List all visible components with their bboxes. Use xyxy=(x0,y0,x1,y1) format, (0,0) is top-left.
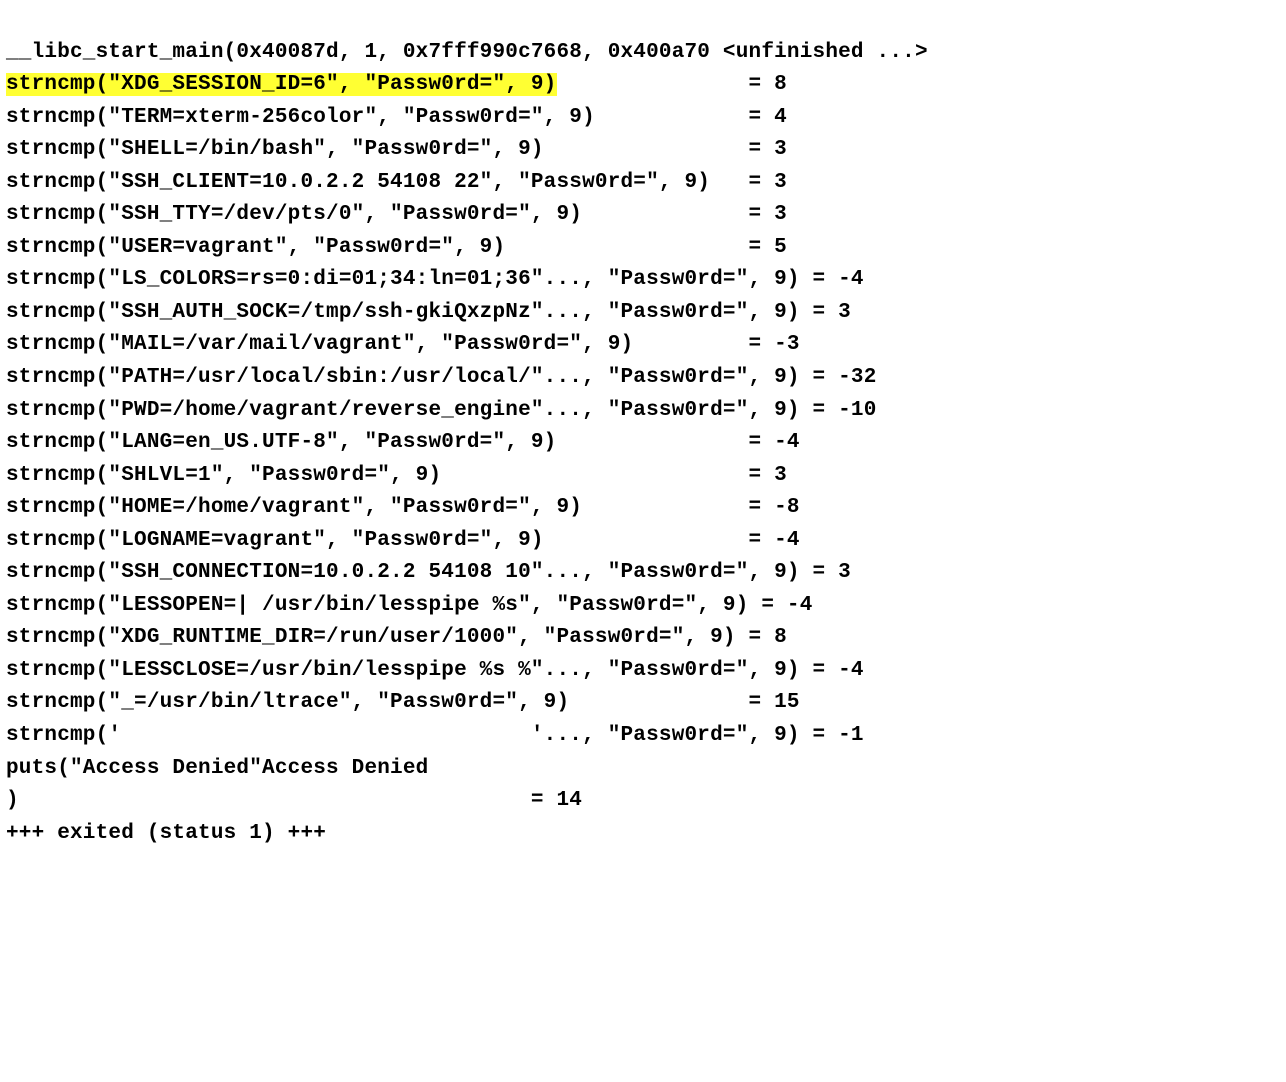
trace-text: strncmp("XDG_RUNTIME_DIR=/run/user/1000"… xyxy=(6,626,787,649)
trace-line: strncmp("MAIL=/var/mail/vagrant", "Passw… xyxy=(6,329,1280,362)
trace-line: strncmp("USER=vagrant", "Passw0rd=", 9) … xyxy=(6,232,1280,265)
trace-line: strncmp("_=/usr/bin/ltrace", "Passw0rd="… xyxy=(6,687,1280,720)
trace-line: strncmp("XDG_RUNTIME_DIR=/run/user/1000"… xyxy=(6,622,1280,655)
trace-line: strncmp("HOME=/home/vagrant", "Passw0rd=… xyxy=(6,492,1280,525)
trace-line: strncmp("LANG=en_US.UTF-8", "Passw0rd=",… xyxy=(6,427,1280,460)
trace-text: strncmp("SSH_CLIENT=10.0.2.2 54108 22", … xyxy=(6,171,787,194)
trace-line: strncmp("SSH_CLIENT=10.0.2.2 54108 22", … xyxy=(6,167,1280,200)
trace-text: puts("Access Denied"Access Denied xyxy=(6,757,428,780)
trace-line: __libc_start_main(0x40087d, 1, 0x7fff990… xyxy=(6,37,1280,70)
trace-text: strncmp("SSH_CONNECTION=10.0.2.2 54108 1… xyxy=(6,561,851,584)
trace-text: strncmp("LESSOPEN=| /usr/bin/lesspipe %s… xyxy=(6,594,813,617)
trace-line: strncmp("LESSOPEN=| /usr/bin/lesspipe %s… xyxy=(6,590,1280,623)
trace-line: strncmp("SSH_TTY=/dev/pts/0", "Passw0rd=… xyxy=(6,199,1280,232)
trace-text: strncmp("PWD=/home/vagrant/reverse_engin… xyxy=(6,399,877,422)
trace-line: strncmp("LESSCLOSE=/usr/bin/lesspipe %s … xyxy=(6,655,1280,688)
trace-text: strncmp("_=/usr/bin/ltrace", "Passw0rd="… xyxy=(6,691,800,714)
trace-line: strncmp("PATH=/usr/local/sbin:/usr/local… xyxy=(6,362,1280,395)
trace-line: strncmp("SHLVL=1", "Passw0rd=", 9) = 3 xyxy=(6,460,1280,493)
trace-text: strncmp("USER=vagrant", "Passw0rd=", 9) … xyxy=(6,236,787,259)
trace-text: +++ exited (status 1) +++ xyxy=(6,822,326,845)
trace-text: strncmp("LANG=en_US.UTF-8", "Passw0rd=",… xyxy=(6,431,800,454)
trace-line: strncmp("SSH_CONNECTION=10.0.2.2 54108 1… xyxy=(6,557,1280,590)
trace-text: strncmp("PATH=/usr/local/sbin:/usr/local… xyxy=(6,366,877,389)
highlighted-text: strncmp("XDG_SESSION_ID=6", "Passw0rd=",… xyxy=(6,73,557,96)
trace-line: +++ exited (status 1) +++ xyxy=(6,818,1280,851)
trace-line: puts("Access Denied"Access Denied xyxy=(6,753,1280,786)
trace-text: ) = 14 xyxy=(6,789,582,812)
trace-line: strncmp("SSH_AUTH_SOCK=/tmp/ssh-gkiQxzpN… xyxy=(6,297,1280,330)
trace-text: strncmp("LESSCLOSE=/usr/bin/lesspipe %s … xyxy=(6,659,864,682)
trace-line: strncmp("TERM=xterm-256color", "Passw0rd… xyxy=(6,102,1280,135)
trace-text: strncmp("SHELL=/bin/bash", "Passw0rd=", … xyxy=(6,138,787,161)
trace-line: strncmp("PWD=/home/vagrant/reverse_engin… xyxy=(6,395,1280,428)
trace-line: strncmp("LS_COLORS=rs=0:di=01;34:ln=01;3… xyxy=(6,264,1280,297)
trace-text: strncmp("MAIL=/var/mail/vagrant", "Passw… xyxy=(6,333,800,356)
trace-line: strncmp("LOGNAME=vagrant", "Passw0rd=", … xyxy=(6,525,1280,558)
trace-text: strncmp("SSH_AUTH_SOCK=/tmp/ssh-gkiQxzpN… xyxy=(6,301,851,324)
trace-line: ) = 14 xyxy=(6,785,1280,818)
trace-text: = 8 xyxy=(557,73,787,96)
trace-text: strncmp("SSH_TTY=/dev/pts/0", "Passw0rd=… xyxy=(6,203,787,226)
terminal-output: __libc_start_main(0x40087d, 1, 0x7fff990… xyxy=(6,37,1280,851)
trace-text: __libc_start_main(0x40087d, 1, 0x7fff990… xyxy=(6,41,928,64)
trace-text: strncmp("TERM=xterm-256color", "Passw0rd… xyxy=(6,106,787,129)
trace-text: strncmp("LS_COLORS=rs=0:di=01;34:ln=01;3… xyxy=(6,268,864,291)
trace-text: strncmp("HOME=/home/vagrant", "Passw0rd=… xyxy=(6,496,800,519)
trace-text: strncmp("LOGNAME=vagrant", "Passw0rd=", … xyxy=(6,529,800,552)
trace-line: strncmp("SHELL=/bin/bash", "Passw0rd=", … xyxy=(6,134,1280,167)
trace-text: strncmp("SHLVL=1", "Passw0rd=", 9) = 3 xyxy=(6,464,787,487)
trace-line: strncmp(' '..., "Passw0rd=", 9) = -1 xyxy=(6,720,1280,753)
trace-line: strncmp("XDG_SESSION_ID=6", "Passw0rd=",… xyxy=(6,69,1280,102)
trace-text: strncmp(' '..., "Passw0rd=", 9) = -1 xyxy=(6,724,864,747)
